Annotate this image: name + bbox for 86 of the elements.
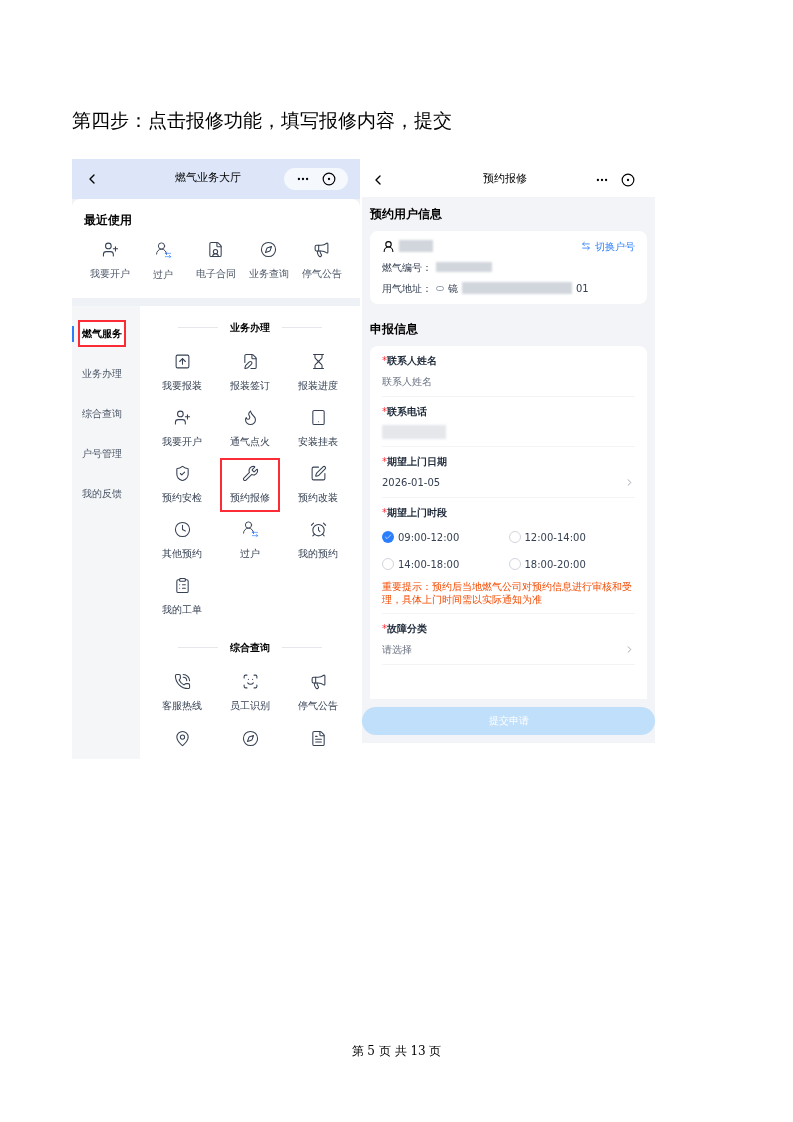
redacted-number: [436, 262, 492, 272]
service-item[interactable]: 员工识别: [220, 665, 280, 720]
step-heading: 第四步：点击报修功能，填写报修内容，提交: [72, 108, 453, 133]
wrench-icon: [241, 464, 259, 482]
megaphone-icon: [313, 240, 331, 258]
swap-icon: [581, 241, 591, 251]
eye-icon: [436, 285, 444, 291]
select-field[interactable]: 2026-01-05: [382, 474, 635, 490]
document-pen-icon: [241, 352, 259, 370]
required-mark: *: [382, 454, 387, 469]
sidebar-item[interactable]: 燃气服务: [78, 320, 126, 347]
select-field[interactable]: 请选择: [382, 641, 635, 657]
address-start: 镜: [448, 281, 458, 296]
clock-icon: [173, 520, 191, 538]
sidebar-item[interactable]: 我的反馈: [78, 480, 126, 507]
service-item[interactable]: 我要开户: [152, 401, 212, 456]
field-label: 联系电话: [387, 404, 427, 419]
shortcut-item[interactable]: 过户: [136, 240, 190, 282]
required-mark: *: [382, 505, 387, 520]
notice-text: 重要提示：预约后当地燃气公司对预约信息进行审核和受理，具体上门时间需以实际通知为准: [382, 579, 633, 606]
page-footer: 第 5 页 共 13 页: [0, 1042, 793, 1060]
user-plus-icon: [101, 240, 119, 258]
user-swap-icon: [154, 240, 173, 259]
field-label: 期望上门日期: [387, 454, 447, 469]
map-pin-icon[interactable]: [173, 729, 191, 747]
section-title: 预约用户信息: [369, 205, 443, 223]
section-title: 申报信息: [369, 320, 419, 338]
document-icon[interactable]: [309, 729, 327, 747]
service-item[interactable]: 停气公告: [288, 665, 348, 720]
service-item[interactable]: 其他预约: [152, 513, 212, 568]
shortcut-item[interactable]: 业务查询: [242, 240, 296, 282]
field-label: 期望上门时段: [387, 505, 447, 520]
compass-icon: [260, 240, 278, 258]
sidebar-item[interactable]: 业务办理: [78, 360, 126, 387]
service-item[interactable]: 报装签订: [220, 345, 280, 400]
user-plus-icon: [173, 408, 191, 426]
radio-option[interactable]: 14:00-18:00: [382, 556, 509, 572]
section-title: 综合查询: [230, 641, 270, 655]
redacted-name: [399, 240, 433, 252]
compass-icon[interactable]: [241, 729, 259, 747]
screen-title: 燃气业务大厅: [175, 170, 241, 187]
shortcut-item[interactable]: 电子合同: [189, 240, 243, 282]
radio-option[interactable]: 09:00-12:00: [382, 529, 509, 545]
section-title: 最近使用: [84, 211, 133, 229]
document-user-icon: [207, 240, 225, 258]
service-item[interactable]: 通气点火: [220, 401, 280, 456]
sidebar-item[interactable]: 户号管理: [78, 440, 126, 467]
user-swap-icon: [241, 520, 259, 538]
section-title: 业务办理: [230, 321, 270, 335]
required-mark: *: [382, 353, 387, 368]
sidebar-item[interactable]: 综合查询: [78, 400, 126, 427]
close-target-icon: [322, 171, 336, 186]
address-label: 用气地址：: [382, 281, 432, 296]
service-item[interactable]: 报装进度: [288, 345, 348, 400]
text-field[interactable]: 联系人姓名: [382, 373, 635, 389]
radio-option[interactable]: 18:00-20:00: [508, 556, 635, 572]
service-item[interactable]: 我要报装: [152, 345, 212, 400]
radio-option[interactable]: 12:00-14:00: [508, 529, 635, 545]
alarm-clock-icon: [309, 520, 327, 538]
address-end: 01: [576, 281, 589, 296]
service-item[interactable]: 预约报修: [220, 457, 280, 512]
service-item[interactable]: 我的预约: [288, 513, 348, 568]
face-scan-icon: [241, 672, 259, 690]
shortcut-item[interactable]: 我要开户: [84, 240, 137, 282]
clipboard-icon: [173, 576, 191, 594]
service-item[interactable]: 预约改装: [288, 457, 348, 512]
screen-title: 预约报修: [482, 171, 527, 188]
field-label: 故障分类: [387, 621, 427, 636]
close-target-icon: [621, 172, 635, 187]
shortcut-item[interactable]: 停气公告: [295, 240, 348, 282]
required-mark: *: [382, 621, 387, 636]
megaphone-icon: [309, 672, 327, 690]
edit-icon: [309, 464, 327, 482]
service-item[interactable]: 过户: [220, 513, 280, 568]
service-item[interactable]: 预约安检: [152, 457, 212, 512]
service-item[interactable]: 客服热线: [152, 665, 212, 720]
phone-icon: [173, 672, 191, 690]
capsule-menu[interactable]: [284, 167, 348, 190]
service-item[interactable]: 安装挂表: [288, 401, 348, 456]
required-mark: *: [382, 404, 387, 419]
service-item[interactable]: 我的工单: [152, 569, 212, 624]
switch-account-link[interactable]: 切换户号: [581, 238, 635, 254]
shield-icon: [173, 464, 191, 482]
user-icon: [382, 239, 395, 253]
field-label: 联系人姓名: [387, 353, 437, 368]
gas-number-label: 燃气编号：: [382, 260, 432, 275]
